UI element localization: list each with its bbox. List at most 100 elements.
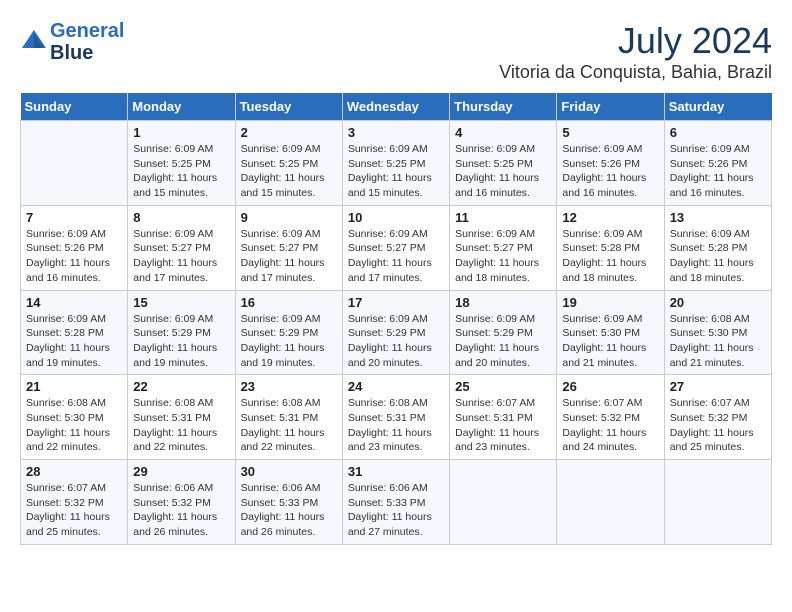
- sunrise-text: Sunrise: 6:08 AM: [670, 312, 766, 327]
- calendar-cell: [664, 460, 771, 545]
- daylight-text: Daylight: 11 hours and 15 minutes.: [348, 171, 444, 200]
- day-number: 8: [133, 210, 229, 225]
- daylight-text: Daylight: 11 hours and 17 minutes.: [348, 256, 444, 285]
- sunrise-text: Sunrise: 6:09 AM: [348, 142, 444, 157]
- day-info: Sunrise: 6:07 AM Sunset: 5:32 PM Dayligh…: [26, 481, 122, 540]
- sunset-text: Sunset: 5:31 PM: [241, 411, 337, 426]
- day-info: Sunrise: 6:09 AM Sunset: 5:26 PM Dayligh…: [26, 227, 122, 286]
- calendar-cell: 9 Sunrise: 6:09 AM Sunset: 5:27 PM Dayli…: [235, 205, 342, 290]
- page-header: GeneralBlue July 2024 Vitoria da Conquis…: [20, 20, 772, 83]
- daylight-text: Daylight: 11 hours and 21 minutes.: [562, 341, 658, 370]
- day-number: 3: [348, 125, 444, 140]
- day-info: Sunrise: 6:09 AM Sunset: 5:27 PM Dayligh…: [348, 227, 444, 286]
- weekday-header: Wednesday: [342, 93, 449, 121]
- calendar-cell: 25 Sunrise: 6:07 AM Sunset: 5:31 PM Dayl…: [450, 375, 557, 460]
- sunset-text: Sunset: 5:27 PM: [348, 241, 444, 256]
- calendar-cell: 31 Sunrise: 6:06 AM Sunset: 5:33 PM Dayl…: [342, 460, 449, 545]
- sunset-text: Sunset: 5:26 PM: [562, 157, 658, 172]
- sunrise-text: Sunrise: 6:09 AM: [562, 312, 658, 327]
- daylight-text: Daylight: 11 hours and 16 minutes.: [562, 171, 658, 200]
- sunset-text: Sunset: 5:29 PM: [133, 326, 229, 341]
- day-info: Sunrise: 6:09 AM Sunset: 5:25 PM Dayligh…: [455, 142, 551, 201]
- location: Vitoria da Conquista, Bahia, Brazil: [499, 62, 772, 83]
- sunrise-text: Sunrise: 6:09 AM: [241, 142, 337, 157]
- calendar-cell: 23 Sunrise: 6:08 AM Sunset: 5:31 PM Dayl…: [235, 375, 342, 460]
- sunrise-text: Sunrise: 6:09 AM: [241, 312, 337, 327]
- day-number: 29: [133, 464, 229, 479]
- calendar-cell: 4 Sunrise: 6:09 AM Sunset: 5:25 PM Dayli…: [450, 121, 557, 206]
- sunrise-text: Sunrise: 6:07 AM: [670, 396, 766, 411]
- sunrise-text: Sunrise: 6:09 AM: [562, 142, 658, 157]
- weekday-header: Tuesday: [235, 93, 342, 121]
- day-number: 7: [26, 210, 122, 225]
- day-info: Sunrise: 6:09 AM Sunset: 5:28 PM Dayligh…: [670, 227, 766, 286]
- sunrise-text: Sunrise: 6:09 AM: [455, 312, 551, 327]
- day-info: Sunrise: 6:09 AM Sunset: 5:25 PM Dayligh…: [348, 142, 444, 201]
- sunset-text: Sunset: 5:29 PM: [241, 326, 337, 341]
- sunset-text: Sunset: 5:31 PM: [455, 411, 551, 426]
- sunset-text: Sunset: 5:25 PM: [241, 157, 337, 172]
- day-number: 30: [241, 464, 337, 479]
- calendar-week-row: 28 Sunrise: 6:07 AM Sunset: 5:32 PM Dayl…: [21, 460, 772, 545]
- day-number: 19: [562, 295, 658, 310]
- calendar-cell: 28 Sunrise: 6:07 AM Sunset: 5:32 PM Dayl…: [21, 460, 128, 545]
- daylight-text: Daylight: 11 hours and 20 minutes.: [455, 341, 551, 370]
- sunset-text: Sunset: 5:26 PM: [670, 157, 766, 172]
- sunrise-text: Sunrise: 6:09 AM: [133, 312, 229, 327]
- calendar-cell: 21 Sunrise: 6:08 AM Sunset: 5:30 PM Dayl…: [21, 375, 128, 460]
- sunrise-text: Sunrise: 6:06 AM: [348, 481, 444, 496]
- calendar-cell: 11 Sunrise: 6:09 AM Sunset: 5:27 PM Dayl…: [450, 205, 557, 290]
- day-number: 15: [133, 295, 229, 310]
- daylight-text: Daylight: 11 hours and 15 minutes.: [241, 171, 337, 200]
- daylight-text: Daylight: 11 hours and 16 minutes.: [455, 171, 551, 200]
- sunrise-text: Sunrise: 6:08 AM: [133, 396, 229, 411]
- daylight-text: Daylight: 11 hours and 20 minutes.: [348, 341, 444, 370]
- month-year: July 2024: [499, 20, 772, 62]
- day-number: 1: [133, 125, 229, 140]
- calendar-header: SundayMondayTuesdayWednesdayThursdayFrid…: [21, 93, 772, 121]
- header-row: SundayMondayTuesdayWednesdayThursdayFrid…: [21, 93, 772, 121]
- sunrise-text: Sunrise: 6:06 AM: [241, 481, 337, 496]
- calendar-cell: 19 Sunrise: 6:09 AM Sunset: 5:30 PM Dayl…: [557, 290, 664, 375]
- day-number: 31: [348, 464, 444, 479]
- daylight-text: Daylight: 11 hours and 22 minutes.: [133, 426, 229, 455]
- calendar-cell: 20 Sunrise: 6:08 AM Sunset: 5:30 PM Dayl…: [664, 290, 771, 375]
- daylight-text: Daylight: 11 hours and 16 minutes.: [670, 171, 766, 200]
- daylight-text: Daylight: 11 hours and 18 minutes.: [455, 256, 551, 285]
- day-info: Sunrise: 6:07 AM Sunset: 5:31 PM Dayligh…: [455, 396, 551, 455]
- day-number: 27: [670, 379, 766, 394]
- day-info: Sunrise: 6:09 AM Sunset: 5:26 PM Dayligh…: [562, 142, 658, 201]
- calendar-body: 1 Sunrise: 6:09 AM Sunset: 5:25 PM Dayli…: [21, 121, 772, 545]
- sunrise-text: Sunrise: 6:09 AM: [455, 142, 551, 157]
- calendar-cell: 7 Sunrise: 6:09 AM Sunset: 5:26 PM Dayli…: [21, 205, 128, 290]
- daylight-text: Daylight: 11 hours and 22 minutes.: [241, 426, 337, 455]
- calendar-cell: 2 Sunrise: 6:09 AM Sunset: 5:25 PM Dayli…: [235, 121, 342, 206]
- calendar-cell: 17 Sunrise: 6:09 AM Sunset: 5:29 PM Dayl…: [342, 290, 449, 375]
- day-info: Sunrise: 6:09 AM Sunset: 5:27 PM Dayligh…: [455, 227, 551, 286]
- daylight-text: Daylight: 11 hours and 24 minutes.: [562, 426, 658, 455]
- sunset-text: Sunset: 5:27 PM: [241, 241, 337, 256]
- day-info: Sunrise: 6:09 AM Sunset: 5:28 PM Dayligh…: [26, 312, 122, 371]
- calendar-cell: 30 Sunrise: 6:06 AM Sunset: 5:33 PM Dayl…: [235, 460, 342, 545]
- daylight-text: Daylight: 11 hours and 26 minutes.: [241, 510, 337, 539]
- daylight-text: Daylight: 11 hours and 18 minutes.: [562, 256, 658, 285]
- sunrise-text: Sunrise: 6:09 AM: [26, 227, 122, 242]
- day-info: Sunrise: 6:07 AM Sunset: 5:32 PM Dayligh…: [562, 396, 658, 455]
- title-block: July 2024 Vitoria da Conquista, Bahia, B…: [499, 20, 772, 83]
- calendar-cell: [21, 121, 128, 206]
- logo: GeneralBlue: [20, 20, 124, 64]
- day-info: Sunrise: 6:09 AM Sunset: 5:27 PM Dayligh…: [133, 227, 229, 286]
- day-info: Sunrise: 6:06 AM Sunset: 5:32 PM Dayligh…: [133, 481, 229, 540]
- day-info: Sunrise: 6:09 AM Sunset: 5:26 PM Dayligh…: [670, 142, 766, 201]
- day-number: 21: [26, 379, 122, 394]
- sunset-text: Sunset: 5:27 PM: [455, 241, 551, 256]
- calendar-cell: 18 Sunrise: 6:09 AM Sunset: 5:29 PM Dayl…: [450, 290, 557, 375]
- sunrise-text: Sunrise: 6:07 AM: [455, 396, 551, 411]
- calendar-week-row: 1 Sunrise: 6:09 AM Sunset: 5:25 PM Dayli…: [21, 121, 772, 206]
- logo-icon: [20, 28, 48, 56]
- calendar-cell: 8 Sunrise: 6:09 AM Sunset: 5:27 PM Dayli…: [128, 205, 235, 290]
- sunrise-text: Sunrise: 6:06 AM: [133, 481, 229, 496]
- daylight-text: Daylight: 11 hours and 22 minutes.: [26, 426, 122, 455]
- day-info: Sunrise: 6:09 AM Sunset: 5:25 PM Dayligh…: [241, 142, 337, 201]
- day-number: 28: [26, 464, 122, 479]
